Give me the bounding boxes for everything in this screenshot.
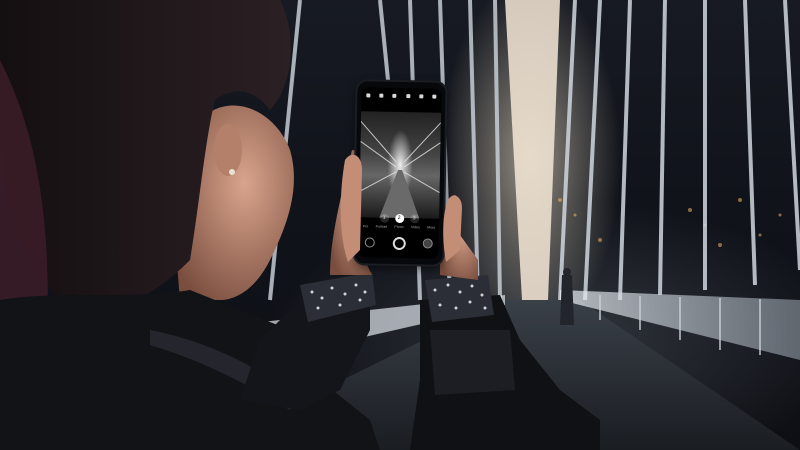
camera-top-bar bbox=[361, 89, 441, 102]
smartphone: 1 2 3 Pro Portrait Photo Video More bbox=[354, 81, 446, 265]
flip-camera-icon[interactable] bbox=[422, 238, 433, 249]
camera-mode-row: Pro Portrait Photo Video More bbox=[359, 224, 439, 231]
zoom-option-3[interactable]: 3 bbox=[409, 213, 419, 223]
left-sleeve bbox=[240, 295, 370, 410]
ratio-icon[interactable] bbox=[405, 94, 411, 99]
viewfinder-bridge-image bbox=[359, 120, 442, 219]
ear bbox=[214, 124, 242, 176]
camera-viewfinder[interactable] bbox=[359, 111, 442, 219]
right-hand bbox=[440, 195, 478, 280]
timer-icon[interactable] bbox=[392, 93, 397, 98]
settings-icon[interactable] bbox=[432, 94, 437, 99]
gallery-thumbnail-icon[interactable] bbox=[364, 237, 375, 248]
photo-scene: 1 2 3 Pro Portrait Photo Video More bbox=[0, 0, 800, 450]
shutter-button[interactable] bbox=[392, 236, 406, 250]
sequin-cuff-right bbox=[425, 275, 494, 322]
camera-app-screen: 1 2 3 Pro Portrait Photo Video More bbox=[358, 87, 442, 259]
earring bbox=[229, 169, 235, 175]
mode-photo[interactable]: Photo bbox=[394, 225, 403, 231]
mode-more[interactable]: More bbox=[427, 225, 435, 231]
shutter-row bbox=[359, 233, 439, 252]
mode-portrait[interactable]: Portrait bbox=[376, 225, 387, 231]
filter-icon[interactable] bbox=[419, 94, 424, 99]
zoom-option-2[interactable]: 2 bbox=[394, 213, 404, 223]
zoom-selector: 1 2 3 bbox=[359, 213, 439, 223]
mode-video[interactable]: Video bbox=[411, 225, 420, 231]
hdr-icon[interactable] bbox=[379, 93, 384, 98]
zoom-option-1[interactable]: 1 bbox=[379, 213, 389, 223]
flash-icon[interactable] bbox=[365, 93, 371, 98]
mode-pro[interactable]: Pro bbox=[363, 224, 369, 230]
